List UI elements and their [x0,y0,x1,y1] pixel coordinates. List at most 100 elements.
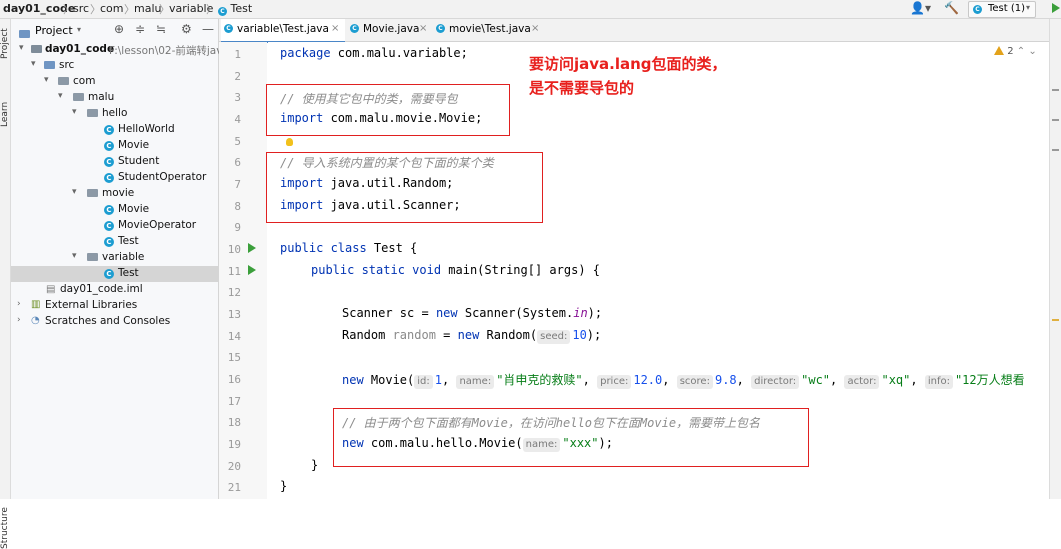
tree-item-class[interactable]: C MovieOperator [11,218,218,234]
chevron-down-icon: ▾ [72,107,77,117]
keyword: new [457,328,480,342]
parameter-hint: director: [751,375,800,389]
run-gutter-icon[interactable] [248,243,256,253]
breadcrumb-file[interactable]: C Test [218,2,252,16]
code-number: 9.8 [714,373,737,387]
tree-item-package[interactable]: ▾ variable [11,250,218,266]
project-view-icon [19,30,30,38]
line-number: 18 [227,416,241,429]
package-icon [87,253,98,261]
line-number: 6 [234,156,241,169]
keyword: package [280,46,331,60]
scroll-marker [1052,319,1059,321]
warning-count: 2 [1007,46,1014,57]
tree-item-scratches[interactable]: › ◔ Scratches and Consoles [11,314,218,330]
close-icon[interactable]: × [531,23,539,34]
line-number: 13 [227,308,241,321]
keyword: new [342,373,364,387]
warning-icon [994,46,1004,55]
left-tool-strip: Project Learn Structure [0,19,11,549]
tree-item-class[interactable]: C Student [11,154,218,170]
project-panel-title[interactable]: Project [35,24,73,37]
navigation-bar: day01_code 〉 src 〉 com 〉 malu 〉 variable… [0,0,1061,19]
chevron-down-icon: ▾ [1026,3,1031,12]
tree-item-external-libraries[interactable]: › ▥ External Libraries [11,298,218,314]
class-icon: C [104,157,114,167]
chevron-down-icon[interactable]: ▾ [77,25,81,34]
line-number: 12 [227,286,241,299]
annotation-text: 要访问java.lang包面的类， 是不需要导包的 [529,52,727,100]
tree-item-label: Movie [118,139,150,151]
chevron-down-icon: ▾ [44,75,49,85]
gear-icon[interactable]: ⚙ [181,22,192,36]
intention-bulb-icon[interactable] [286,138,293,146]
code-string: "xq" [881,373,911,387]
code-text: Movie( [363,373,415,387]
tree-item-class[interactable]: C Movie [11,202,218,218]
tree-item-class[interactable]: C Test [11,234,218,250]
tree-item-package[interactable]: ▾ hello [11,106,218,122]
hide-icon[interactable]: — [202,22,214,36]
line-number: 3 [234,91,241,104]
locate-icon[interactable]: ⊕ [114,22,124,36]
line-number: 7 [234,178,241,191]
breadcrumb-com[interactable]: com [100,2,124,15]
tree-item-package[interactable]: ▾ com [11,74,218,90]
code-text: Random [342,328,393,342]
scratches-icon: ◔ [31,315,40,326]
hammer-icon[interactable]: 🔨 [944,1,959,15]
tree-item-src[interactable]: ▾ src [11,58,218,74]
close-icon[interactable]: × [331,23,339,34]
tree-item-iml[interactable]: ▤ day01_code.iml [11,282,218,298]
keyword: public class [280,241,367,255]
chevron-down-icon[interactable]: ⌄ [1028,46,1036,57]
chevron-down-icon: ▾ [58,91,63,101]
tree-item-package[interactable]: ▾ malu [11,90,218,106]
run-icon[interactable] [1052,3,1060,13]
run-configuration-selector[interactable]: C Test (1) ▾ [968,1,1036,18]
tree-item-class-selected[interactable]: C Test [11,266,218,282]
structure-tool-tab[interactable]: Structure [0,507,10,549]
tree-item-class[interactable]: C Movie [11,138,218,154]
line-number: 9 [234,221,241,234]
annotation-line: 是不需要导包的 [529,79,635,97]
chevron-down-icon: ▾ [72,187,77,197]
annotation-box-util-imports [266,152,543,223]
code-line-10: public class Test { [280,241,417,261]
tree-item-label: hello [102,107,128,119]
tree-item-label: StudentOperator [118,171,207,183]
class-icon: C [104,141,114,151]
code-string: "肖申克的救赎" [496,373,583,387]
expand-all-icon[interactable]: ≑ [135,22,145,36]
parameter-hint: name: [456,375,495,389]
learn-tool-tab[interactable]: Learn [0,102,10,127]
tree-item-class[interactable]: C StudentOperator [11,170,218,186]
package-icon [73,93,84,101]
tree-item-module[interactable]: ▾ day01_code F:\lesson\02-前端转java\ [11,42,232,58]
tab-variable-test[interactable]: C variable\Test.java × [221,19,345,43]
user-icon[interactable]: 👤▾ [910,1,931,15]
chevron-down-icon: ▾ [19,43,24,53]
inspection-widget[interactable]: 2 ⌃ ⌄ [994,46,1037,57]
annotation-line: 要访问java.lang包面的类， [529,55,727,73]
tree-item-package[interactable]: ▾ movie [11,186,218,202]
tab-movie-test[interactable]: C movie\Test.java × [433,19,543,41]
tree-item-class[interactable]: C HelloWorld [11,122,218,138]
code-text: = [435,328,458,342]
run-gutter-icon[interactable] [248,265,256,275]
breadcrumb-src[interactable]: src [73,2,89,15]
collapse-all-icon[interactable]: ≒ [156,22,166,36]
project-tool-tab[interactable]: Project [0,28,10,59]
tab-movie[interactable]: C Movie.java × [347,19,431,41]
parameter-hint: score: [676,375,713,389]
tree-item-label: com [73,75,96,87]
tree-item-label: day01_code.iml [60,283,143,295]
parameter-hint: actor: [844,375,880,389]
breadcrumb-malu[interactable]: malu [134,2,161,15]
chevron-up-icon[interactable]: ⌃ [1017,46,1025,57]
close-icon[interactable]: × [419,23,427,34]
tree-item-label: variable [102,251,145,263]
class-icon: C [224,24,233,33]
code-line-16: new Movie(id: 1, name: "肖申克的救赎", price: 12.… [342,373,1025,389]
editor-gutter: 1 2 3 4 5 6 7 8 9 10 11 12 13 14 15 16 1… [219,42,277,499]
